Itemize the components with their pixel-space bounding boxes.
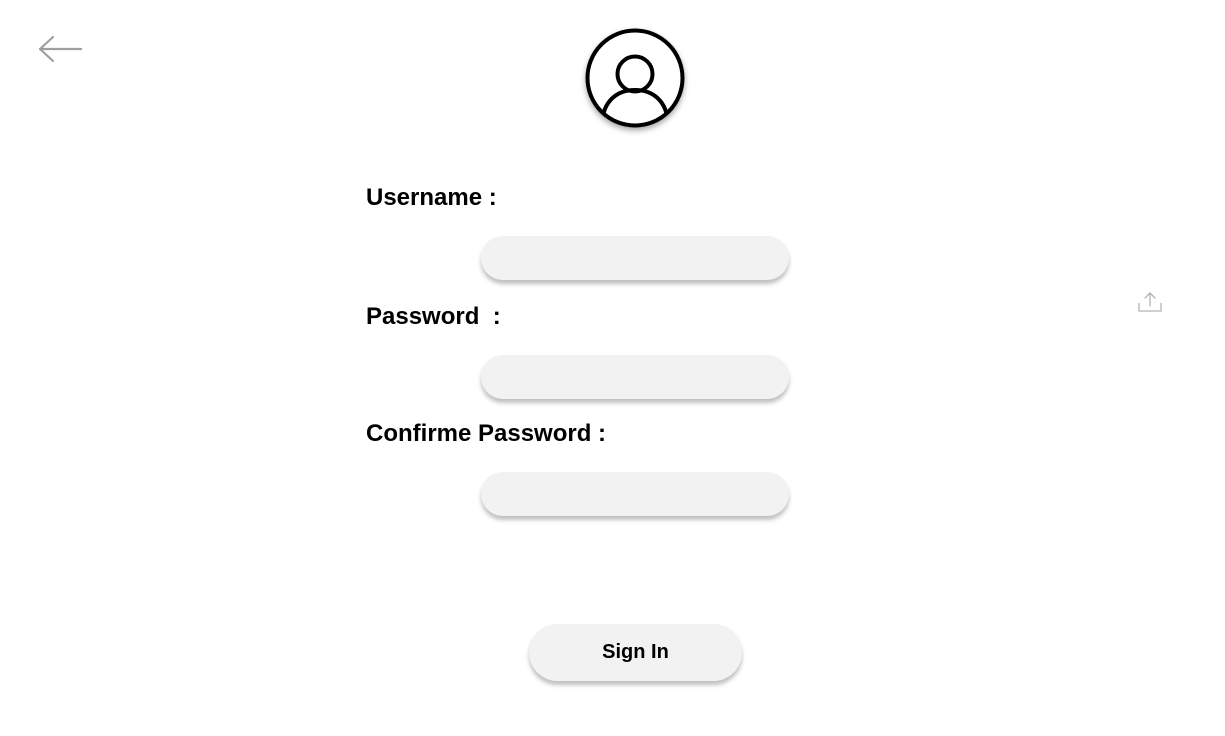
username-label: Username :: [366, 184, 497, 211]
upload-icon: [1138, 292, 1162, 312]
upload-button[interactable]: [1137, 290, 1163, 314]
sign-in-button[interactable]: Sign In: [529, 624, 742, 681]
confirm-password-input[interactable]: [481, 472, 789, 516]
username-input[interactable]: [481, 236, 789, 280]
confirm-password-label: Confirme Password :: [366, 420, 607, 447]
password-input[interactable]: [481, 355, 789, 399]
arrow-left-icon: [38, 35, 83, 63]
password-label: Password :: [366, 303, 501, 330]
user-circle-icon: [585, 28, 685, 128]
back-button[interactable]: [36, 33, 84, 65]
avatar: [585, 28, 685, 128]
